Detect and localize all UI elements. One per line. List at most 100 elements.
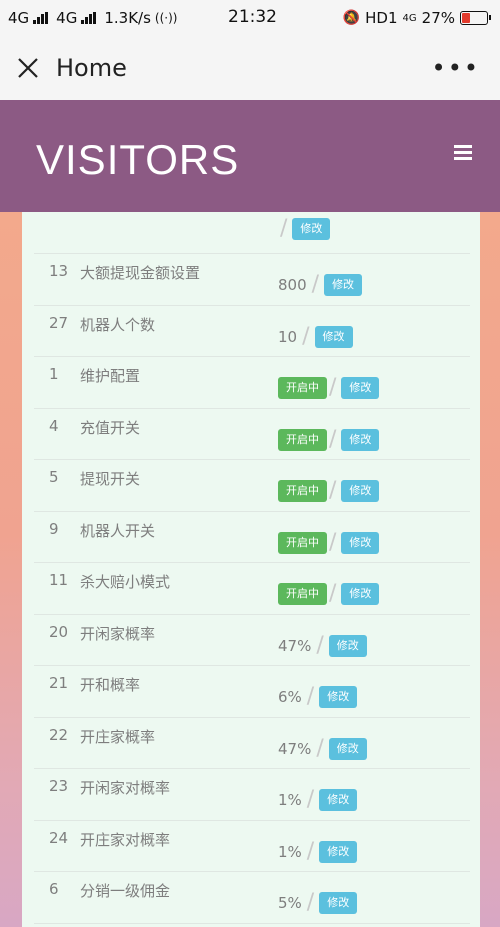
row-name: 开和概率 — [80, 676, 141, 694]
edit-button[interactable]: 修改 — [341, 480, 380, 502]
row-controls: 开启中 / 修改 — [278, 531, 380, 554]
separator-slash: / — [316, 632, 324, 658]
status-bar: 4G 4G 1.3K/s ((·)) 21:32 🔕 HD1 4G 27% — [0, 0, 500, 36]
status-badge[interactable]: 开启中 — [278, 583, 327, 605]
row-controls: 开启中 / 修改 — [278, 426, 380, 452]
edit-button[interactable]: 修改 — [328, 737, 367, 760]
row-controls: 1% / 修改 — [278, 787, 358, 812]
separator-slash: / — [311, 272, 320, 297]
status-badge[interactable]: 开启中 — [278, 480, 327, 502]
row-controls: / 修改 — [278, 216, 331, 241]
row-name: 机器人个数 — [80, 315, 156, 334]
row-name: 提现开关 — [80, 470, 141, 488]
edit-button[interactable]: 修改 — [319, 789, 358, 811]
network-label-1: 4G — [8, 9, 30, 27]
row-value: 10 — [278, 327, 298, 346]
row-id: 22 — [49, 725, 69, 744]
row-value: 5% — [278, 894, 302, 912]
table-row: 5 提现开关 开启中 / 修改 — [34, 460, 470, 512]
table-row: 20 开闲家概率 47% / 修改 — [34, 615, 470, 666]
row-controls: 800/修改 — [278, 272, 363, 297]
edit-button[interactable]: 修改 — [319, 840, 358, 863]
battery-icon — [460, 11, 491, 25]
row-id: 21 — [49, 674, 69, 692]
separator-slash: / — [329, 478, 337, 503]
separator-slash: / — [280, 216, 288, 241]
separator-slash: / — [329, 426, 337, 452]
network-label-2: 4G — [56, 9, 78, 27]
signal-icon-2 — [81, 12, 97, 24]
row-id: 6 — [49, 880, 59, 898]
edit-button[interactable]: 修改 — [324, 274, 363, 296]
row-id: 9 — [49, 519, 59, 538]
table-row: 6 分销一级佣金 5% / 修改 — [34, 872, 470, 924]
row-controls: 5% / 修改 — [278, 890, 358, 915]
row-id: 24 — [49, 828, 69, 847]
row-name: 开庄家对概率 — [80, 830, 171, 849]
hd-label: HD1 — [365, 9, 398, 27]
row-id: 5 — [49, 468, 59, 486]
row-controls: 10/修改 — [278, 323, 353, 349]
separator-slash: / — [306, 684, 315, 709]
table-row: 11 杀大赔小模式 开启中 / 修改 — [34, 563, 470, 615]
row-id: 4 — [49, 416, 59, 435]
edit-button[interactable]: 修改 — [319, 892, 358, 914]
edit-button[interactable]: 修改 — [292, 218, 331, 240]
edit-button[interactable]: 修改 — [341, 583, 380, 605]
row-value: 47% — [278, 636, 312, 655]
separator-slash: / — [302, 323, 310, 349]
separator-slash: / — [306, 787, 315, 812]
row-name: 开庄家概率 — [80, 727, 156, 746]
net-speed: 1.3K/s — [104, 9, 151, 27]
signal-icon — [33, 12, 49, 24]
hotspot-icon: ((·)) — [154, 11, 178, 25]
table-row: 27 机器人个数 10/修改 — [34, 306, 470, 357]
separator-slash: / — [306, 890, 315, 915]
row-controls: 开启中 / 修改 — [278, 478, 380, 503]
clock: 21:32 — [228, 7, 277, 27]
row-id: 13 — [49, 262, 69, 280]
table-row: 24 开庄家对概率 1% / 修改 — [34, 821, 470, 872]
row-name: 开闲家对概率 — [80, 779, 171, 797]
settings-list: / 修改 13 大额提现金额设置 800/修改 27 机器人个数 10/修改 1 维护配置 开启中 /… — [34, 212, 470, 924]
status-right: 🔕 HD1 4G 27% — [343, 9, 491, 27]
status-badge[interactable]: 开启中 — [278, 428, 327, 451]
more-options-icon[interactable]: ••• — [432, 54, 480, 82]
row-controls: 47% / 修改 — [278, 632, 367, 658]
row-name: 充值开关 — [80, 418, 141, 437]
edit-button[interactable]: 修改 — [319, 686, 358, 708]
row-controls: 1% / 修改 — [278, 840, 358, 863]
edit-button[interactable]: 修改 — [314, 325, 353, 348]
status-badge[interactable]: 开启中 — [278, 531, 327, 554]
edit-button[interactable]: 修改 — [341, 531, 380, 554]
row-id: 23 — [49, 777, 69, 795]
row-value: 800 — [278, 276, 307, 294]
table-row: / 修改 — [34, 212, 470, 254]
edit-button[interactable]: 修改 — [328, 634, 367, 657]
table-row: 1 维护配置 开启中 / 修改 — [34, 357, 470, 409]
battery-percent: 27% — [421, 9, 455, 27]
table-row: 9 机器人开关 开启中 / 修改 — [34, 512, 470, 563]
row-name: 杀大赔小模式 — [80, 573, 171, 591]
row-id: 27 — [49, 313, 69, 332]
row-value: 6% — [278, 688, 302, 706]
table-row: 22 开庄家概率 47% / 修改 — [34, 718, 470, 769]
close-icon[interactable] — [14, 54, 42, 82]
network-label-3: 4G — [402, 12, 417, 24]
table-row: 23 开闲家对概率 1% / 修改 — [34, 769, 470, 821]
row-controls: 开启中 / 修改 — [278, 375, 380, 400]
status-badge[interactable]: 开启中 — [278, 377, 327, 399]
row-name: 维护配置 — [80, 367, 141, 385]
row-controls: 开启中 / 修改 — [278, 583, 380, 605]
table-row: 4 充值开关 开启中 / 修改 — [34, 409, 470, 460]
row-id: 1 — [49, 365, 59, 383]
separator-slash: / — [329, 375, 337, 400]
hamburger-menu-icon[interactable] — [454, 145, 472, 161]
status-left: 4G 4G 1.3K/s ((·)) — [8, 9, 177, 27]
nav-title: Home — [56, 54, 127, 82]
edit-button[interactable]: 修改 — [341, 377, 380, 399]
separator-slash: / — [316, 735, 324, 761]
app-navbar: Home ••• — [0, 36, 500, 100]
site-header: VISITORS — [0, 100, 500, 212]
edit-button[interactable]: 修改 — [341, 428, 380, 451]
